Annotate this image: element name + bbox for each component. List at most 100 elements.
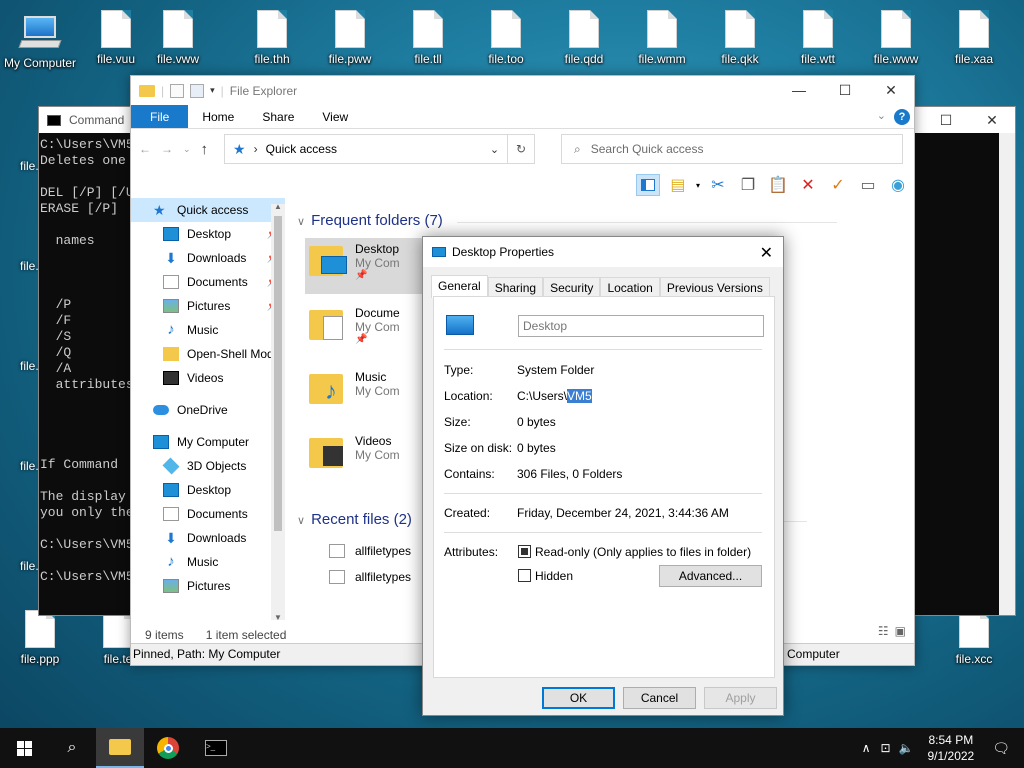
folder-name-field[interactable]: Desktop	[518, 315, 764, 337]
tab-home[interactable]: Home	[188, 105, 248, 128]
tab-security[interactable]: Security	[543, 277, 601, 298]
cmd-scrollbar[interactable]	[999, 133, 1015, 615]
nav-item-quick-access[interactable]: ★ Quick access	[131, 198, 285, 222]
desktop-file-label[interactable]: file.	[20, 159, 39, 173]
desktop-file-label[interactable]: file.	[20, 559, 39, 573]
tab-sharing[interactable]: Sharing	[487, 277, 544, 298]
cancel-button[interactable]: Cancel	[623, 687, 696, 709]
nav-item-open-shell-mod[interactable]: Open-Shell Mod	[131, 342, 285, 366]
advanced-button[interactable]: Advanced...	[659, 565, 762, 587]
qat-dropdown-icon[interactable]: ▾	[210, 85, 215, 96]
tab-previous-versions[interactable]: Previous Versions	[659, 277, 770, 298]
delete-icon[interactable]: ✕	[796, 174, 820, 196]
desktop-icon-file-thh[interactable]: file.thh	[234, 10, 310, 66]
nav-item-downloads[interactable]: ⬇Downloads📌	[131, 246, 285, 270]
desktop-icon-my-computer[interactable]: My Computer	[2, 10, 78, 70]
nav-item-onedrive[interactable]: OneDrive	[131, 398, 285, 422]
search-taskbar-icon[interactable]: ⌕	[48, 728, 96, 768]
desktop-properties-dialog[interactable]: Desktop Properties ✕ General Sharing Sec…	[422, 236, 784, 716]
desktop-icon-file-tll[interactable]: file.tll	[390, 10, 466, 66]
frequent-folder-item[interactable]: Videos My Com	[305, 430, 405, 486]
close-button[interactable]: ✕	[868, 76, 914, 105]
tab-file[interactable]: File	[131, 105, 189, 128]
dialog-close-button[interactable]: ✕	[760, 243, 773, 263]
volume-icon[interactable]: 🔈	[899, 741, 914, 755]
nav-item-downloads[interactable]: ⬇ Downloads	[131, 526, 285, 550]
shell-icon[interactable]: ◉	[886, 174, 910, 196]
cmd-restore-button[interactable]: ☐	[923, 107, 969, 133]
desktop-icon-file-ppp[interactable]: file.ppp	[2, 610, 78, 666]
refresh-button[interactable]: ↻	[507, 134, 536, 164]
tray-chevron-icon[interactable]: ∧	[862, 741, 871, 755]
desktop-icon-file-www[interactable]: file.www	[858, 10, 934, 66]
frequent-folder-item[interactable]: Docume My Com 📌	[305, 302, 405, 358]
recent-file-item[interactable]: allfiletypes	[329, 570, 411, 584]
back-button[interactable]: ←	[139, 142, 151, 156]
nav-item-videos[interactable]: Videos	[131, 366, 285, 390]
nav-item-desktop[interactable]: Desktop	[131, 478, 285, 502]
large-icons-view-icon[interactable]: ▣	[895, 624, 906, 638]
maximize-button[interactable]: ☐	[822, 76, 868, 105]
desktop-icon-file-too[interactable]: file.too	[468, 10, 544, 66]
chrome-taskbar-icon[interactable]	[144, 728, 192, 768]
desktop-icon-file-qdd[interactable]: file.qdd	[546, 10, 622, 66]
nav-item-pictures[interactable]: Pictures📌	[131, 294, 285, 318]
nav-item-my-computer[interactable]: My Computer	[131, 430, 285, 454]
rename-icon[interactable]: ▭	[856, 174, 880, 196]
nav-item-documents[interactable]: Documents	[131, 502, 285, 526]
tab-general[interactable]: General	[431, 275, 488, 298]
cut-icon[interactable]: ✂	[706, 174, 730, 196]
desktop-icon-file-qkk[interactable]: file.qkk	[702, 10, 778, 66]
start-button[interactable]	[0, 728, 48, 768]
search-box[interactable]: ⌕ Search Quick access	[561, 134, 903, 164]
frequent-folders-header[interactable]: ∨ Frequent folders (7)	[297, 212, 837, 229]
desktop-icon-file-xaa[interactable]: file.xaa	[936, 10, 1012, 66]
desktop-file-label[interactable]: file.	[20, 259, 39, 273]
recent-files-header[interactable]: ∨ Recent files (2)	[297, 511, 807, 528]
desktop-file-label[interactable]: file.	[20, 359, 39, 373]
tab-share[interactable]: Share	[248, 105, 308, 128]
new-folder-qat-icon[interactable]	[190, 83, 205, 98]
file-explorer-taskbar-icon[interactable]	[96, 728, 144, 768]
address-dropdown-icon[interactable]: ⌄	[490, 143, 499, 156]
tab-location[interactable]: Location	[600, 277, 660, 298]
history-dropdown-icon[interactable]: ⌄	[183, 144, 191, 155]
forward-button[interactable]: →	[161, 142, 173, 156]
properties-qat-icon[interactable]	[170, 83, 185, 98]
apply-button[interactable]: Apply	[704, 687, 777, 709]
cmd-taskbar-icon[interactable]: >_	[192, 728, 240, 768]
network-icon[interactable]: ⊡	[880, 741, 890, 755]
copy-icon[interactable]: ❐	[736, 174, 760, 196]
location-selected-text[interactable]: VM5	[567, 389, 592, 403]
nav-item-pictures[interactable]: Pictures	[131, 574, 285, 598]
desktop-icon-file-vww[interactable]: file.vww	[140, 10, 216, 66]
nav-item-documents[interactable]: Documents📌	[131, 270, 285, 294]
minimize-button[interactable]: —	[776, 76, 822, 105]
preview-pane-icon[interactable]	[635, 174, 660, 196]
nav-scrollbar[interactable]: ▲ ▼	[271, 202, 285, 622]
details-view-icon[interactable]: ☷	[878, 624, 889, 638]
nav-item-music[interactable]: ♪ Music	[131, 550, 285, 574]
nav-item-3d-objects[interactable]: 3D Objects	[131, 454, 285, 478]
nav-item-desktop[interactable]: Desktop📌	[131, 222, 285, 246]
paste-icon[interactable]: 📋	[766, 174, 790, 196]
hidden-checkbox[interactable]: Hidden	[518, 567, 573, 583]
nav-scroll-thumb[interactable]	[274, 216, 282, 531]
ok-button[interactable]: OK	[542, 687, 615, 709]
desktop-icon-file-pww[interactable]: file.pww	[312, 10, 388, 66]
recent-file-item[interactable]: allfiletypes	[329, 544, 411, 558]
address-bar[interactable]: ★ › Quick access ⌄	[224, 134, 509, 164]
notifications-icon[interactable]: 🗨	[992, 740, 1010, 757]
dialog-titlebar[interactable]: Desktop Properties ✕	[423, 237, 783, 267]
desktop-file-label[interactable]: file.	[20, 459, 39, 473]
readonly-checkbox[interactable]: Read-only (Only applies to files in fold…	[518, 543, 751, 559]
desktop-icon-file-wtt[interactable]: file.wtt	[780, 10, 856, 66]
nav-item-music[interactable]: ♪ Music	[131, 318, 285, 342]
desktop-icon-file-wmm[interactable]: file.wmm	[624, 10, 700, 66]
toolbar-dropdown-icon[interactable]: ▾	[696, 181, 700, 190]
frequent-folder-item[interactable]: Desktop My Com 📌	[305, 238, 425, 294]
check-icon[interactable]: ✓	[826, 174, 850, 196]
cmd-close-button[interactable]: ✕	[969, 107, 1015, 133]
tab-view[interactable]: View	[308, 105, 362, 128]
desktop-icon-file-xcc[interactable]: file.xcc	[936, 610, 1012, 666]
